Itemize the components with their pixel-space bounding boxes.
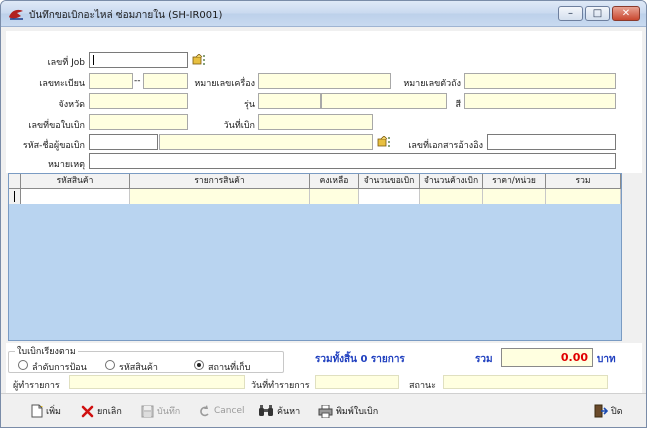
column-header-pending-qty[interactable]: จำนวนค้างเบิก <box>420 174 483 189</box>
column-header-request-qty[interactable]: จำนวนขอเบิก <box>359 174 420 189</box>
cell-item-name[interactable] <box>130 189 310 204</box>
currency-label: บาท <box>597 354 616 365</box>
cell-item-code[interactable] <box>21 189 130 204</box>
app-logo-icon <box>9 9 23 20</box>
window-title: บันทึกขอเบิกอะไหล่ ซ่อมภายใน (SH-IR001) <box>29 10 223 21</box>
close-window-button[interactable]: ✕ <box>612 6 640 21</box>
close-button[interactable]: ปิด <box>594 402 623 420</box>
sort-option-entry-order[interactable]: ลำดับการป้อน <box>32 360 87 374</box>
request-no-label: เลขที่ขอใบเบิก <box>28 121 85 131</box>
province-label: จังหวัด <box>58 100 86 110</box>
cancel-request-label: ยกเลิก <box>97 407 122 417</box>
items-grid[interactable]: รหัสสินค้า รายการสินค้า คงเหลือ จำนวนขอเ… <box>8 173 622 341</box>
maximize-button[interactable]: □ <box>585 6 610 21</box>
total-items-text: รวมทั้งสิ้น 0 รายการ <box>315 354 405 365</box>
reference-doc-label: เลขที่เอกสารอ้างอิง <box>408 141 483 151</box>
sort-radio-item-code[interactable] <box>105 360 115 370</box>
app-window: บันทึกขอเบิกอะไหล่ ซ่อมภายใน (SH-IR001) … <box>0 0 647 428</box>
title-bar: บันทึกขอเบิกอะไหล่ ซ่อมภายใน (SH-IR001) … <box>1 1 646 27</box>
column-header-unit-price[interactable]: ราคา/หน่วย <box>483 174 546 189</box>
color-label: สี <box>455 100 462 110</box>
requester-name-input[interactable] <box>159 134 373 150</box>
total-amount: 0.00 <box>501 348 593 367</box>
column-header-item-code[interactable]: รหัสสินค้า <box>21 174 130 189</box>
print-button-label: พิมพ์ใบเบิก <box>336 407 379 417</box>
cell-unit-price[interactable] <box>483 189 546 204</box>
total-label: รวม <box>475 354 493 365</box>
bottom-toolbar: เพิ่ม ยกเลิก บันทึก Cancel ค้นหา พิมพ์ใบ… <box>1 393 646 427</box>
save-button[interactable]: บันทึก <box>141 402 180 420</box>
record-date-label: วันที่ทำรายการ <box>251 381 310 391</box>
exit-door-icon <box>594 404 608 418</box>
recorder-label: ผู้ทำรายการ <box>13 381 60 391</box>
model-label: รุ่น <box>244 100 255 110</box>
registration-label: เลขทะเบียน <box>39 79 85 89</box>
sort-option-location[interactable]: สถานที่เก็บ <box>208 360 250 374</box>
requester-label: รหัส-ชื่อผู้ขอเบิก <box>22 141 85 151</box>
search-button[interactable]: ค้นหา <box>258 402 300 420</box>
minimize-button[interactable]: – <box>558 6 583 21</box>
job-lookup-icon[interactable] <box>192 54 206 66</box>
maximize-icon: □ <box>592 8 603 19</box>
job-no-label: เลขที่ Job <box>47 58 85 68</box>
new-document-icon <box>31 404 43 418</box>
cell-balance[interactable] <box>310 189 359 204</box>
model-name-input[interactable] <box>321 93 447 109</box>
undo-button[interactable]: Cancel <box>198 402 245 420</box>
column-header-item-name[interactable]: รายการสินค้า <box>130 174 310 189</box>
province-input[interactable] <box>89 93 188 109</box>
column-header-balance[interactable]: คงเหลือ <box>310 174 359 189</box>
sort-radio-entry-order[interactable] <box>18 360 28 370</box>
row-marker <box>9 189 21 204</box>
reference-doc-input[interactable] <box>487 134 616 150</box>
sort-group-label: ใบเบิกเรียงตาม <box>15 344 78 358</box>
request-date-label: วันที่เบิก <box>223 121 255 131</box>
table-row[interactable] <box>9 189 621 204</box>
registration-separator: -- <box>134 76 141 86</box>
registration-input-2[interactable] <box>143 73 188 89</box>
cell-total[interactable] <box>546 189 621 204</box>
sort-radio-location[interactable] <box>194 360 204 370</box>
new-button-label: เพิ่ม <box>46 407 61 417</box>
model-code-input[interactable] <box>258 93 321 109</box>
record-date-value <box>315 375 399 389</box>
column-header-total[interactable]: รวม <box>546 174 621 189</box>
cell-request-qty[interactable] <box>359 189 420 204</box>
undo-button-label: Cancel <box>214 406 245 416</box>
chassis-no-label: หมายเลขตัวถัง <box>403 79 461 89</box>
search-button-label: ค้นหา <box>277 407 301 417</box>
remark-label: หมายเหตุ <box>47 160 85 170</box>
grid-header: รหัสสินค้า รายการสินค้า คงเหลือ จำนวนขอเ… <box>9 174 621 189</box>
print-button[interactable]: พิมพ์ใบเบิก <box>318 402 378 420</box>
registration-input-1[interactable] <box>89 73 133 89</box>
status-value <box>443 375 608 389</box>
grid-corner <box>9 174 21 189</box>
cell-pending-qty[interactable] <box>420 189 483 204</box>
engine-no-input[interactable] <box>258 73 391 89</box>
requester-code-input[interactable] <box>89 134 158 150</box>
request-no-input[interactable] <box>89 114 188 130</box>
color-input[interactable] <box>464 93 616 109</box>
floppy-disk-icon <box>141 405 154 417</box>
binoculars-icon <box>259 405 273 416</box>
engine-no-label: หมายเลขเครื่อง <box>194 79 255 89</box>
save-button-label: บันทึก <box>157 407 181 417</box>
red-x-icon <box>81 405 94 417</box>
remark-input[interactable] <box>89 153 616 169</box>
undo-arrow-icon <box>200 404 209 416</box>
status-label: สถานะ <box>409 381 436 391</box>
minimize-icon: – <box>568 8 573 19</box>
job-no-input[interactable] <box>89 52 188 68</box>
close-icon: ✕ <box>621 8 631 19</box>
close-button-label: ปิด <box>611 407 623 417</box>
recorder-value <box>69 375 245 389</box>
requester-lookup-icon[interactable] <box>377 136 391 148</box>
cancel-request-button[interactable]: ยกเลิก <box>81 402 122 420</box>
sort-option-item-code[interactable]: รหัสสินค้า <box>119 360 158 374</box>
new-button[interactable]: เพิ่ม <box>31 402 61 420</box>
request-date-input[interactable] <box>258 114 373 130</box>
printer-icon <box>318 404 333 418</box>
chassis-no-input[interactable] <box>464 73 616 89</box>
